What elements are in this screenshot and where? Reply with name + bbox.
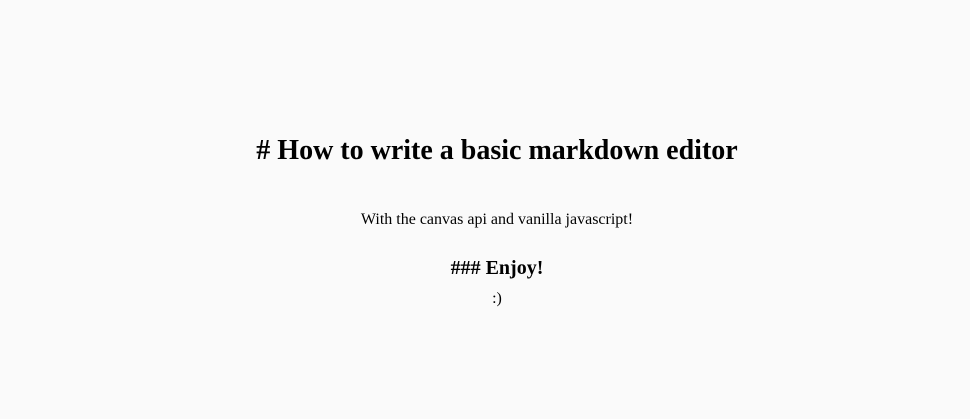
smiley-line: :) bbox=[492, 290, 502, 307]
markdown-editor-canvas[interactable]: # How to write a basic markdown editor W… bbox=[0, 0, 970, 419]
paragraph-line: With the canvas api and vanilla javascri… bbox=[360, 211, 634, 228]
heading-one-line: # How to write a basic markdown editor bbox=[256, 135, 738, 166]
heading-three-line: ### Enjoy! bbox=[450, 257, 544, 279]
